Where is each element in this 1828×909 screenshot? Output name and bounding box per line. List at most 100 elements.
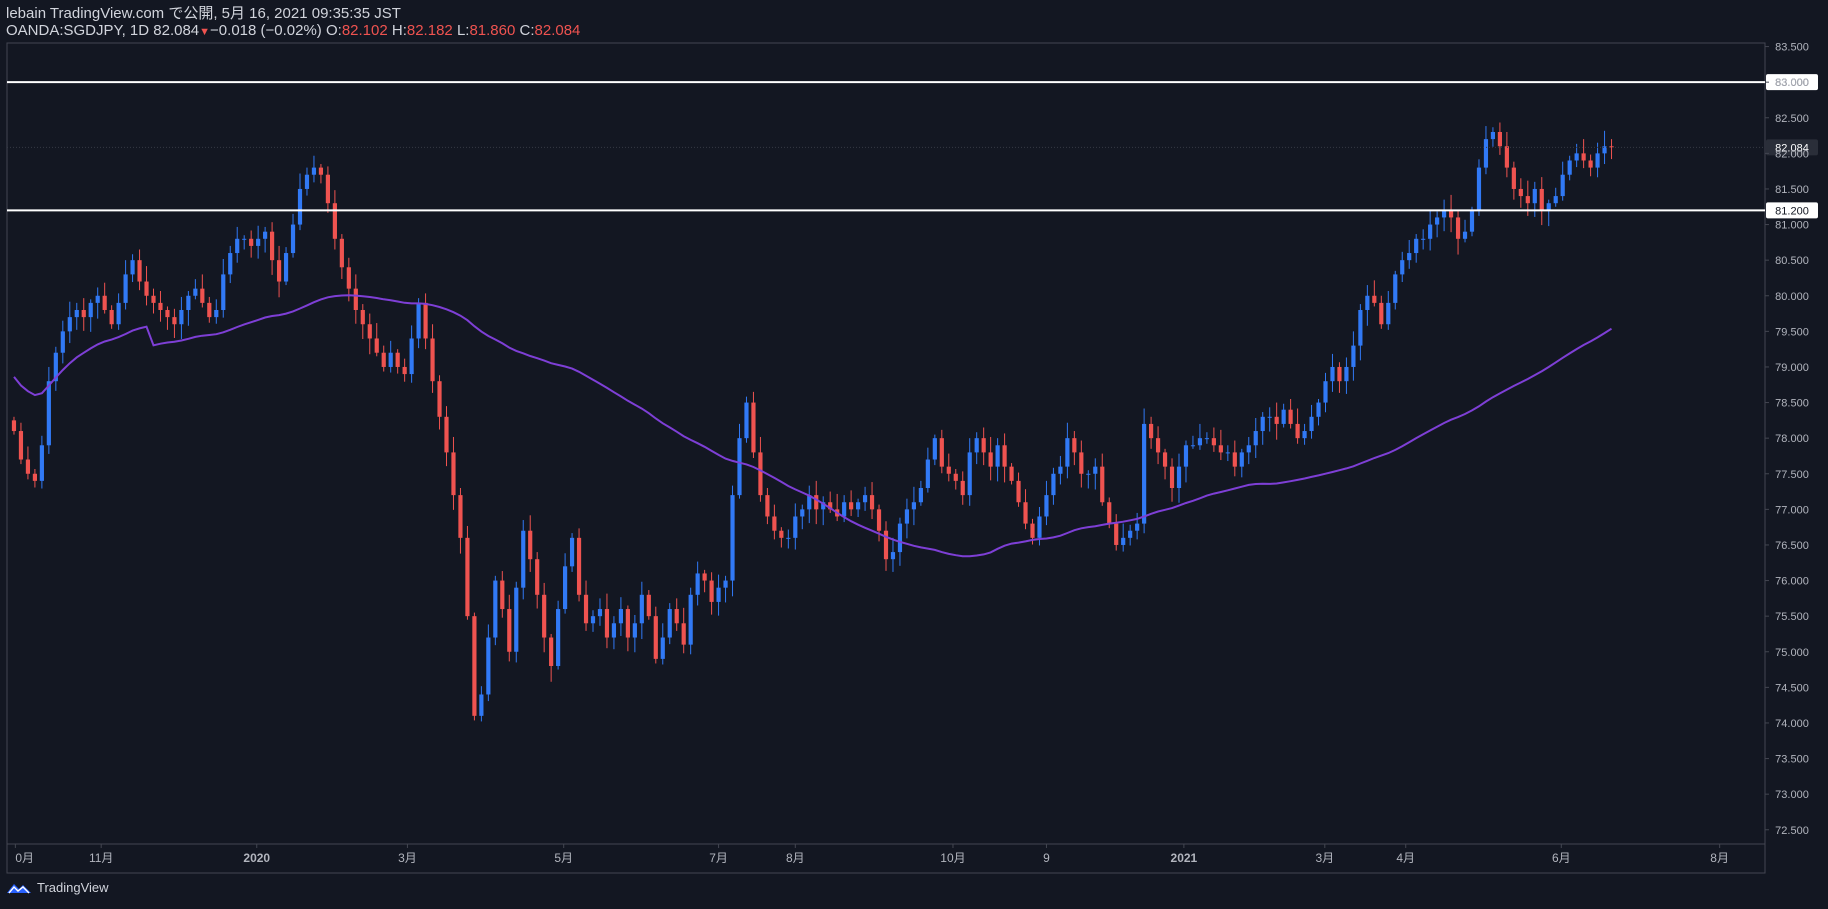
candle-body xyxy=(32,473,37,481)
x-tick-label: 3月 xyxy=(398,851,417,865)
candle-body xyxy=(165,310,170,318)
y-tick-label: 75.500 xyxy=(1775,611,1809,623)
candle-body xyxy=(737,438,742,496)
candle-body xyxy=(988,452,993,467)
candle-body xyxy=(353,288,358,310)
candle-body xyxy=(1246,445,1251,453)
y-tick-label: 77.500 xyxy=(1775,469,1809,481)
candle-body xyxy=(751,402,756,453)
candle-body xyxy=(904,509,910,524)
candle-body xyxy=(744,402,749,439)
y-tick-label: 75.000 xyxy=(1775,647,1809,659)
horizontal-lines[interactable]: 83.00081.20082.084 xyxy=(7,74,1818,219)
candle-body xyxy=(1595,153,1600,168)
candle-body xyxy=(842,502,847,517)
candle-body xyxy=(1365,295,1370,310)
candle-body xyxy=(883,530,889,560)
y-tick-label: 79.500 xyxy=(1775,326,1809,338)
candle-body xyxy=(681,623,686,645)
candle-body xyxy=(1211,438,1216,446)
x-tick-label: 0月 xyxy=(15,851,34,865)
candle-body xyxy=(925,459,930,488)
candle-body xyxy=(1281,409,1286,424)
y-tick-label: 78.000 xyxy=(1775,433,1809,445)
candle-body xyxy=(702,573,707,581)
candle-body xyxy=(144,281,149,296)
candle-body xyxy=(1518,188,1523,197)
price-axis[interactable]: 83.500 83.000 82.500 82.000 81.500 81.000 80.5… xyxy=(1765,42,1809,837)
candle-body xyxy=(479,694,484,716)
candle-body xyxy=(1086,473,1091,475)
candle-body xyxy=(228,253,233,275)
candle-body xyxy=(409,338,414,375)
time-axis[interactable]: 0月 11月 2020 3月 5月 7月 8月 10月 9 2021 3月 4月 6月 8月 xyxy=(14,844,1729,865)
candle-body xyxy=(1162,452,1168,467)
candle-body xyxy=(1051,473,1056,496)
y-tick-label: 83.000 xyxy=(1775,77,1809,89)
candle-body xyxy=(765,495,770,517)
candle-body xyxy=(130,260,135,275)
candle-body xyxy=(1107,502,1112,524)
candle-body xyxy=(618,609,623,624)
candle-body xyxy=(465,537,470,617)
candle-body xyxy=(1225,452,1230,454)
y-tick-label: 80.500 xyxy=(1775,255,1809,267)
candle-body xyxy=(430,338,435,382)
x-tick-label: 2021 xyxy=(1171,851,1198,865)
candle-body xyxy=(1483,139,1489,168)
candle-body xyxy=(270,231,275,261)
price-chart[interactable]: 83.00081.20082.084 83.50083.00082.50082.… xyxy=(0,0,1828,909)
tradingview-footer[interactable]: TradingView xyxy=(6,880,109,895)
candle-body xyxy=(1204,438,1209,440)
candle-body xyxy=(1121,537,1126,545)
candle-body xyxy=(1058,466,1063,474)
candle-body xyxy=(960,480,965,496)
candle-body xyxy=(849,502,854,510)
candle-body xyxy=(1469,210,1475,232)
x-tick-label: 10月 xyxy=(940,851,965,865)
candle-body xyxy=(1155,438,1161,453)
candle-body xyxy=(856,502,861,510)
candle-body xyxy=(1072,438,1077,453)
candle-body xyxy=(1114,523,1119,545)
candle-body xyxy=(193,288,198,296)
candle-body xyxy=(674,609,679,624)
candle-body xyxy=(563,566,568,610)
candle-body xyxy=(1135,523,1140,531)
candle-body xyxy=(604,609,610,638)
candle-body xyxy=(1295,423,1300,439)
candle-body xyxy=(793,516,798,538)
candle-body xyxy=(500,580,505,610)
candle-body xyxy=(521,530,526,588)
candle-body xyxy=(1400,260,1405,275)
candle-body xyxy=(207,302,212,318)
candle-body xyxy=(1065,438,1070,467)
candle-body xyxy=(528,530,533,560)
candle-body xyxy=(1009,466,1014,481)
candle-body xyxy=(1421,238,1426,240)
candle-body xyxy=(158,302,163,310)
candle-body xyxy=(507,609,512,652)
candle-body xyxy=(890,552,896,560)
candle-body xyxy=(388,352,393,367)
candle-body xyxy=(1462,231,1468,239)
candle-body xyxy=(709,580,714,602)
candle-body xyxy=(1183,445,1189,467)
candle-body xyxy=(283,253,289,282)
candle-body xyxy=(1511,167,1516,189)
candle-body xyxy=(1253,431,1258,446)
candle-body xyxy=(660,637,665,659)
candle-body xyxy=(74,310,79,318)
candle-body xyxy=(325,174,330,204)
candle-body xyxy=(862,495,868,503)
candle-body xyxy=(214,310,219,318)
candle-body xyxy=(1539,188,1544,211)
y-tick-label: 74.500 xyxy=(1775,682,1809,694)
candle-body xyxy=(416,302,421,339)
candle-body xyxy=(1232,452,1237,467)
x-tick-label: 8月 xyxy=(1710,851,1729,865)
plot-frame xyxy=(6,42,1766,874)
candle-body xyxy=(590,616,596,624)
candle-body xyxy=(1309,416,1314,432)
candle-body xyxy=(897,523,903,553)
